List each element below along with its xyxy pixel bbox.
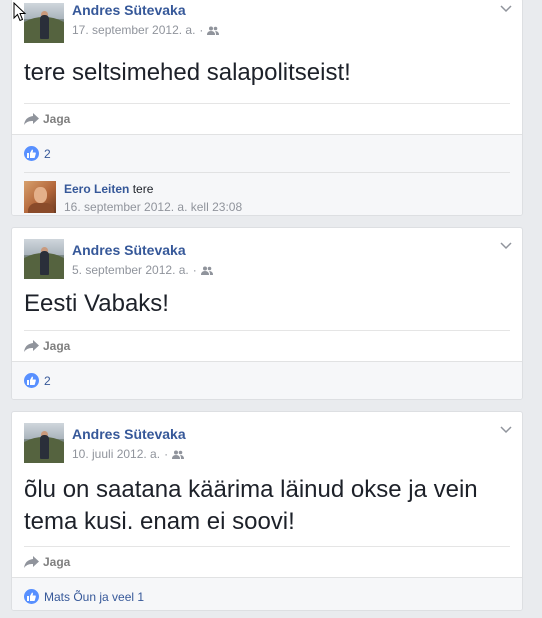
post-date[interactable]: 17. september 2012. a. <box>72 23 195 37</box>
post-meta: 10. juuli 2012. a. · <box>72 447 185 461</box>
feedback-section: Mats Õun ja veel 1 <box>12 577 522 610</box>
meta-separator: · <box>199 23 204 37</box>
meta-separator: · <box>164 447 169 461</box>
post-meta: 5. september 2012. a. · <box>72 263 213 277</box>
chevron-down-icon[interactable] <box>500 424 512 434</box>
share-label: Jaga <box>43 112 71 126</box>
post-card: Andres Sütevaka 5. september 2012. a. · … <box>11 227 523 400</box>
friends-icon[interactable] <box>200 266 213 275</box>
comment-text: tere <box>132 182 154 196</box>
likes-count[interactable]: 2 <box>44 374 51 388</box>
share-label: Jaga <box>43 555 71 569</box>
share-arrow-icon <box>24 556 39 568</box>
mouse-cursor-icon <box>13 2 27 22</box>
comment-body: Eero Leiten tere <box>64 182 153 196</box>
author-name[interactable]: Andres Sütevaka <box>72 2 186 18</box>
author-name[interactable]: Andres Sütevaka <box>72 426 186 442</box>
post-meta: 17. september 2012. a. · <box>72 23 220 37</box>
likes-summary[interactable]: Mats Õun ja veel 1 <box>44 590 144 604</box>
comment: Eero Leiten tere 16. september 2012. a. … <box>24 172 510 215</box>
chevron-down-icon[interactable] <box>500 3 512 13</box>
chevron-down-icon[interactable] <box>500 240 512 250</box>
share-arrow-icon <box>24 113 39 125</box>
thumbs-up-icon <box>24 589 39 604</box>
likes-count[interactable]: 2 <box>44 147 51 161</box>
share-button[interactable]: Jaga <box>24 555 70 569</box>
feedback-section: 2 <box>12 361 522 399</box>
friends-icon[interactable] <box>172 450 185 459</box>
likes-row[interactable]: 2 <box>24 135 510 172</box>
post-actions: Jaga <box>24 103 510 134</box>
post-card: Andres Sütevaka 10. juuli 2012. a. · õlu… <box>11 411 523 611</box>
likes-row[interactable]: 2 <box>24 362 510 399</box>
author-avatar[interactable] <box>24 239 64 279</box>
post-text: tere seltsimehed salapolitseist! <box>24 59 351 86</box>
post-date[interactable]: 5. september 2012. a. <box>72 263 189 277</box>
share-button[interactable]: Jaga <box>24 112 70 126</box>
post-text: õlu on saatana käärima läinud okse ja ve… <box>24 476 478 535</box>
post-actions: Jaga <box>24 330 510 361</box>
author-avatar[interactable] <box>24 3 64 43</box>
post-actions: Jaga <box>24 546 510 577</box>
author-avatar[interactable] <box>24 423 64 463</box>
thumbs-up-icon <box>24 373 39 388</box>
commenter-avatar[interactable] <box>24 181 56 213</box>
friends-icon[interactable] <box>207 26 220 35</box>
post-text: Eesti Vabaks! <box>24 290 169 317</box>
meta-separator: · <box>192 263 197 277</box>
feedback-section: 2 Eero Leiten tere 16. september 2012. a… <box>12 134 522 215</box>
comment-time[interactable]: 16. september 2012. a. kell 23:08 <box>64 200 242 214</box>
post-header: Andres Sütevaka 5. september 2012. a. · <box>12 228 522 284</box>
post-header: Andres Sütevaka 10. juuli 2012. a. · <box>12 412 522 468</box>
comment-author[interactable]: Eero Leiten <box>64 182 129 196</box>
share-button[interactable]: Jaga <box>24 339 70 353</box>
likes-row[interactable]: Mats Õun ja veel 1 <box>24 578 510 610</box>
share-label: Jaga <box>43 339 71 353</box>
author-name[interactable]: Andres Sütevaka <box>72 242 186 258</box>
post-date[interactable]: 10. juuli 2012. a. <box>72 447 160 461</box>
post-header: Andres Sütevaka 17. september 2012. a. · <box>12 0 522 47</box>
thumbs-up-icon <box>24 146 39 161</box>
share-arrow-icon <box>24 340 39 352</box>
post-card: Andres Sütevaka 17. september 2012. a. ·… <box>11 0 523 216</box>
